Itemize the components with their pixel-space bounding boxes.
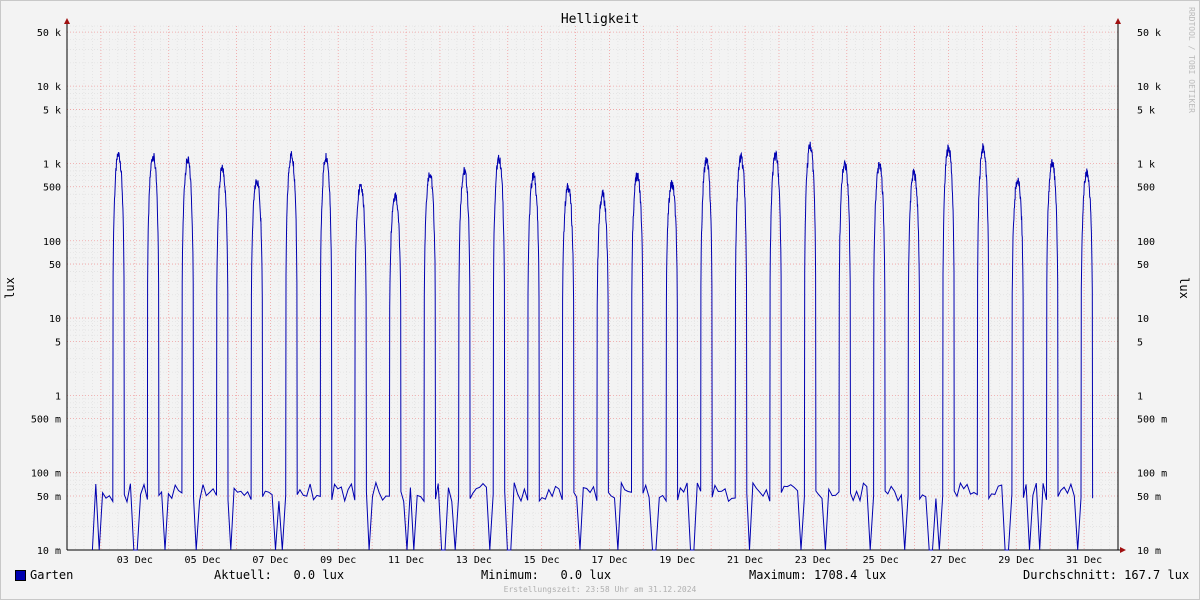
- y-tick-label-right: 5 k: [1137, 105, 1155, 116]
- y-axis-label-left: lux: [3, 277, 17, 299]
- y-tick-labels-right: 50 k 10 k 5 k 1 k 500 100 50 10 5 1 500 m 100 m 50 m…: [1137, 28, 1167, 557]
- watermark: RRDTOOL / TOBI OETIKER: [1187, 7, 1196, 113]
- y-tick-label-right: 100 m: [1137, 469, 1167, 480]
- brightness-chart: 50 k 10 k 5 k 1 k 500 100 50 10 5 1 500 m 100 m 50 m…: [3, 7, 1196, 594]
- y-tick-label-left: 100 m: [31, 469, 61, 480]
- y-tick-label-right: 1: [1137, 391, 1143, 402]
- chart-title: Helligkeit: [561, 12, 639, 27]
- x-tick-label: 21 Dec: [727, 555, 763, 566]
- x-tick-label: 15 Dec: [524, 555, 560, 566]
- x-tick-label: 05 Dec: [185, 555, 221, 566]
- y-tick-label-left: 10 m: [37, 546, 61, 557]
- x-tick-label: 13 Dec: [456, 555, 492, 566]
- y-tick-label-right: 10 k: [1137, 82, 1161, 93]
- footer-timestamp: Erstellungszeit: 23:58 Uhr am 31.12.2024: [504, 585, 697, 594]
- x-tick-label: 23 Dec: [795, 555, 831, 566]
- x-tick-label: 11 Dec: [388, 555, 424, 566]
- y-tick-label-right: 500: [1137, 183, 1155, 194]
- legend-color-swatch: [15, 570, 26, 581]
- x-tick-label: 25 Dec: [863, 555, 899, 566]
- x-tick-label: 17 Dec: [591, 555, 627, 566]
- minor-grid: [67, 25, 1118, 550]
- y-tick-label-right: 10 m: [1137, 546, 1161, 557]
- x-tick-labels: 03 Dec 05 Dec 07 Dec 09 Dec 11 Dec 13 Dec 15 D…: [117, 555, 1102, 566]
- y-tick-labels-left: 50 k 10 k 5 k 1 k 500 100 50 10 5 1 500 m 100 m 50 m…: [31, 28, 61, 557]
- y-tick-label-left: 50 m: [37, 492, 61, 503]
- x-tick-label: 31 Dec: [1066, 555, 1102, 566]
- y-tick-label-right: 10: [1137, 314, 1149, 325]
- y-tick-label-left: 1: [55, 391, 61, 402]
- x-tick-label: 19 Dec: [659, 555, 695, 566]
- y-tick-label-left: 1 k: [43, 159, 61, 170]
- y-tick-label-left: 10 k: [37, 82, 61, 93]
- y-tick-label-right: 50 k: [1137, 28, 1161, 39]
- y-tick-label-right: 5: [1137, 337, 1143, 348]
- y-tick-label-right: 100: [1137, 237, 1155, 248]
- y-tick-label-left: 50 k: [37, 28, 61, 39]
- y-tick-label-left: 50: [49, 260, 61, 271]
- legend-average: Durchschnitt: 167.7 lux: [1023, 568, 1190, 582]
- y-axis-label-right: lux: [1177, 277, 1191, 299]
- x-tick-label: 07 Dec: [252, 555, 288, 566]
- y-tick-label-right: 500 m: [1137, 415, 1167, 426]
- y-tick-label-right: 50: [1137, 260, 1149, 271]
- x-axis-arrow: [1120, 547, 1126, 553]
- y-tick-label-left: 500 m: [31, 415, 61, 426]
- x-tick-label: 29 Dec: [998, 555, 1034, 566]
- y-tick-label-left: 500: [43, 183, 61, 194]
- x-tick-label: 27 Dec: [930, 555, 966, 566]
- legend-maximum: Maximum: 1708.4 lux: [749, 568, 887, 582]
- y-tick-label-left: 5 k: [43, 105, 61, 116]
- legend-minimum: Minimum: 0.0 lux: [481, 568, 612, 582]
- y-axis-arrow-right: [1115, 18, 1121, 24]
- x-tick-label: 09 Dec: [320, 555, 356, 566]
- legend-current: Aktuell: 0.0 lux: [214, 568, 345, 582]
- y-tick-label-right: 50 m: [1137, 492, 1161, 503]
- y-axis-arrow-left: [64, 18, 70, 24]
- legend-series-name: Garten: [30, 568, 74, 582]
- x-tick-label: 03 Dec: [117, 555, 153, 566]
- y-tick-label-left: 10: [49, 314, 61, 325]
- y-tick-label-left: 5: [55, 337, 61, 348]
- y-tick-label-right: 1 k: [1137, 159, 1155, 170]
- y-tick-label-left: 100: [43, 237, 61, 248]
